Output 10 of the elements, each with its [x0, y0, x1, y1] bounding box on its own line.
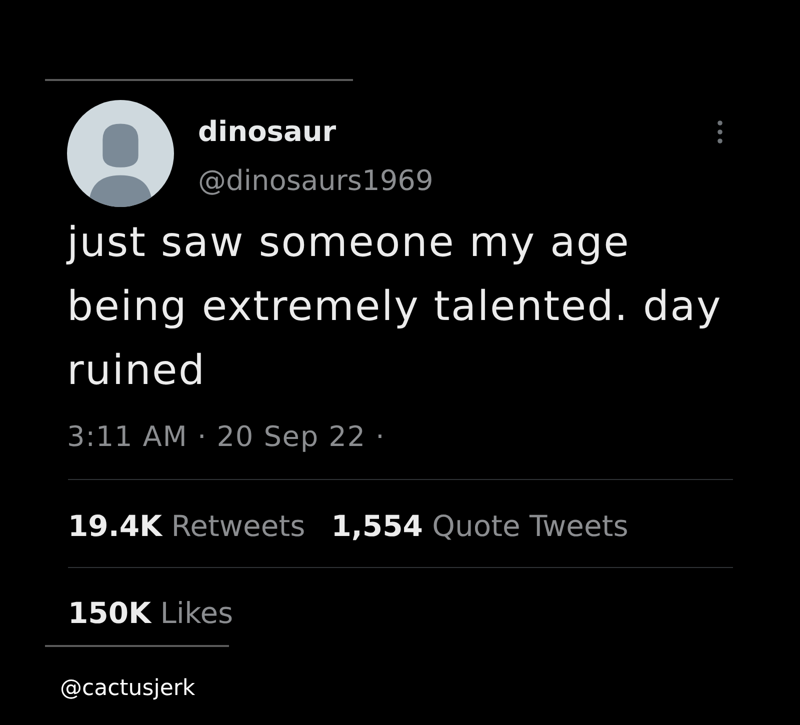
stat-link[interactable]: 150K Likes: [68, 593, 234, 633]
credit-handle: @cactusjerk: [60, 676, 196, 702]
more-icon[interactable]: [717, 120, 723, 144]
author-name[interactable]: dinosaur: [198, 115, 434, 149]
stat-link[interactable]: 1,554 Quote Tweets: [331, 506, 628, 546]
author-handle: @dinosaurs1969: [198, 164, 434, 198]
stat-link[interactable]: 19.4K Retweets: [68, 506, 306, 546]
avatar-icon[interactable]: [67, 100, 174, 207]
tweet-text: just saw someone my age being extremely talented. day ruined: [67, 217, 723, 396]
timestamp[interactable]: 3:11 AM · 20 Sep 22 ·: [67, 420, 386, 453]
